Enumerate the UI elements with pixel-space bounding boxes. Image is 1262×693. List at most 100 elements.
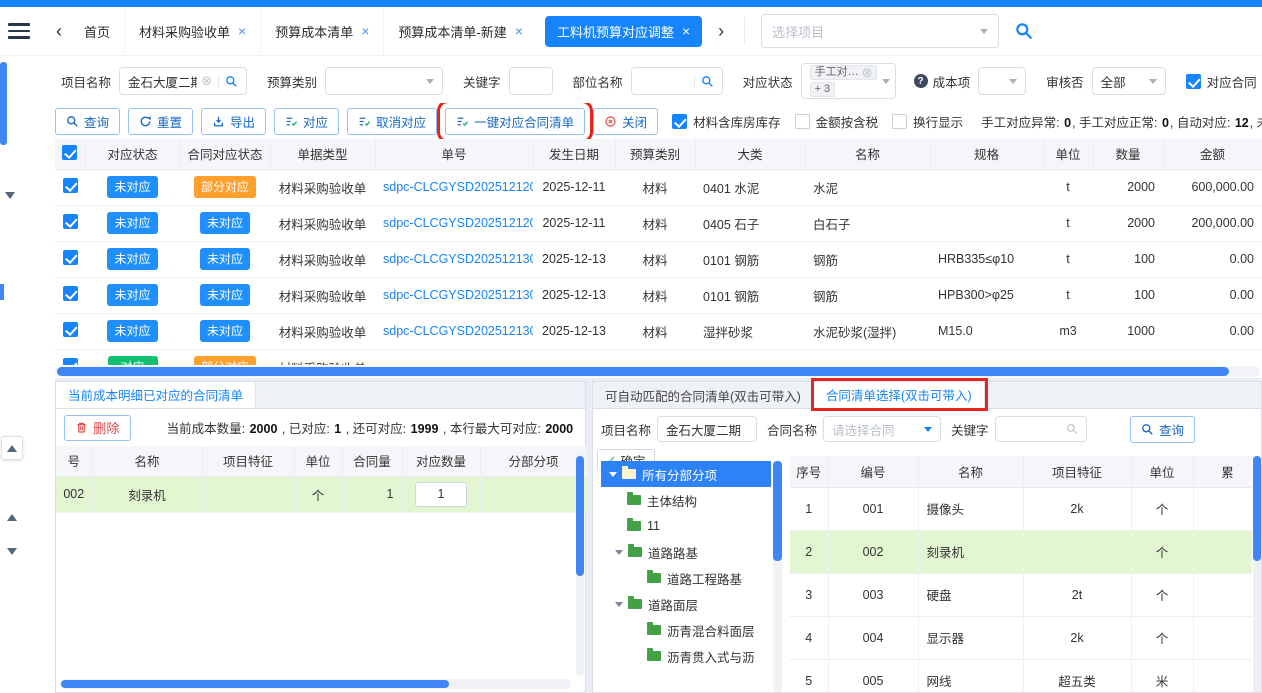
tax-checkbox[interactable]: [795, 114, 810, 129]
part-name-input[interactable]: [631, 67, 723, 95]
keyword-input[interactable]: [509, 67, 553, 95]
table-row[interactable]: 未对应未对应材料采购验收单sdpc-CLCGYSD20251213002025-…: [55, 241, 1262, 277]
nav-tab[interactable]: 首页: [70, 7, 124, 55]
one-key-match-button[interactable]: 一键对应合同清单: [445, 108, 585, 135]
clear-icon[interactable]: ⊗: [201, 73, 212, 89]
nav-tab[interactable]: 预算成本清单-新建×: [383, 7, 537, 55]
contract-row[interactable]: 3003硬盘2t个: [790, 573, 1252, 616]
audit-select[interactable]: 全部: [1092, 67, 1166, 95]
project-name-input[interactable]: 金石大厦二期 ⊗: [119, 67, 247, 95]
query-button[interactable]: 查询: [55, 108, 120, 135]
help-icon[interactable]: ?: [914, 74, 928, 88]
nav-tab[interactable]: 工料机预算对应调整×: [545, 16, 702, 47]
scroll-up-button[interactable]: [1, 436, 23, 460]
row-checkbox[interactable]: [63, 178, 78, 193]
tree-node[interactable]: 沥青混合料面层: [601, 617, 771, 643]
tree-vertical-scrollbar[interactable]: [773, 461, 782, 692]
export-button[interactable]: 导出: [201, 108, 266, 135]
arrow-up-icon[interactable]: [7, 514, 17, 521]
contract-row[interactable]: 4004显示器2k个: [790, 616, 1252, 659]
budget-type-select[interactable]: [325, 67, 443, 95]
wrap-checkbox[interactable]: [892, 114, 907, 129]
scrollbar-thumb[interactable]: [576, 456, 584, 576]
tree-node-label: 11: [647, 519, 660, 533]
matched-horizontal-scrollbar[interactable]: [60, 679, 571, 689]
arrow-down-icon[interactable]: [7, 548, 17, 555]
tree-node[interactable]: 道路路基: [601, 539, 771, 565]
tree-node[interactable]: 沥青贯入式与沥: [601, 643, 771, 669]
row-checkbox[interactable]: [63, 358, 78, 365]
cost-item-select[interactable]: [978, 67, 1026, 95]
tabs-scroll-left-icon[interactable]: ‹: [48, 21, 70, 42]
tree-node[interactable]: 道路工程路基: [601, 565, 771, 591]
table-row[interactable]: 未对应未对应材料采购验收单sdpc-CLCGYSD20251213002025-…: [55, 277, 1262, 313]
scrollbar-thumb[interactable]: [773, 461, 782, 561]
contract-row[interactable]: 1001摄像头2k个: [790, 487, 1252, 530]
tabs-scroll-right-icon[interactable]: ›: [710, 21, 732, 42]
cell-amount: 0.00: [1163, 313, 1262, 349]
tree-node[interactable]: 道路面层: [601, 591, 771, 617]
collapse-down-icon[interactable]: [5, 192, 15, 199]
match-button[interactable]: 对应: [274, 108, 339, 135]
scrollbar-thumb[interactable]: [1253, 456, 1261, 561]
contract-vertical-scrollbar[interactable]: [1253, 456, 1261, 692]
close-button[interactable]: 关闭: [593, 108, 658, 135]
tab-contract-list-select[interactable]: 合同清单选择(双击可带入): [814, 381, 985, 408]
cell-doc-type: 材料采购验收单: [270, 205, 375, 241]
doc-no-link[interactable]: sdpc-CLCGYSD2025121300: [383, 252, 533, 266]
select-all-checkbox[interactable]: [62, 145, 77, 160]
doc-no-link[interactable]: sdpc-CLCGYSD2025121200: [383, 216, 533, 230]
project-select[interactable]: 选择项目: [761, 14, 999, 48]
row-checkbox[interactable]: [63, 214, 78, 229]
main-horizontal-scrollbar[interactable]: [55, 366, 1260, 377]
search-icon[interactable]: [1015, 22, 1033, 40]
scrollbar-thumb[interactable]: [57, 367, 1229, 376]
search-icon[interactable]: [218, 75, 238, 88]
cell-spec: [930, 169, 1043, 205]
nav-tab[interactable]: 预算成本清单×: [260, 7, 383, 55]
tab-close-icon[interactable]: ×: [361, 24, 369, 38]
project-name-input[interactable]: 金石大厦二期: [657, 416, 757, 442]
table-row[interactable]: 对应部分对应材料采购验收单: [55, 349, 1262, 365]
delete-button[interactable]: 删除: [64, 415, 131, 441]
row-checkbox[interactable]: [63, 322, 78, 337]
tree-node[interactable]: 主体结构: [601, 487, 771, 513]
tree-node[interactable]: 11: [601, 513, 771, 539]
table-row[interactable]: 未对应部分对应材料采购验收单sdpc-CLCGYSD20251212002025…: [55, 169, 1262, 205]
tab-close-icon[interactable]: ×: [682, 24, 690, 38]
cell-unit: 个: [1131, 530, 1193, 573]
menu-icon[interactable]: [8, 23, 30, 39]
doc-no-link[interactable]: sdpc-CLCGYSD2025121300: [383, 288, 533, 302]
contract-row[interactable]: 5005网线超五类米: [790, 659, 1252, 692]
contract-panel-content: ✓ 确定 所有分部分项主体结构11道路路基道路工程路基道路面层沥青混合料面层沥青…: [593, 449, 1261, 692]
doc-no-link[interactable]: sdpc-CLCGYSD2025121300: [383, 324, 533, 338]
nav-tab[interactable]: 材料采购验收单×: [124, 7, 260, 55]
match-contract-checkbox[interactable]: [1186, 74, 1201, 89]
reset-button[interactable]: 重置: [128, 108, 193, 135]
match-status-multiselect[interactable]: 手工对…⊗ + 3: [801, 63, 896, 99]
doc-no-link[interactable]: sdpc-CLCGYSD2025121200: [383, 180, 533, 194]
search-icon[interactable]: [694, 75, 714, 88]
contract-select[interactable]: 请选择合同: [823, 416, 941, 442]
contract-query-button[interactable]: 查询: [1130, 416, 1195, 443]
contract-status-badge: 未对应: [200, 212, 250, 234]
matched-vertical-scrollbar[interactable]: [576, 452, 584, 676]
tab-close-icon[interactable]: ×: [238, 24, 246, 38]
contract-row[interactable]: 2002刻录机个: [790, 530, 1252, 573]
scrollbar-thumb[interactable]: [61, 680, 449, 688]
row-checkbox[interactable]: [63, 286, 78, 301]
table-row[interactable]: 未对应未对应材料采购验收单sdpc-CLCGYSD20251212002025-…: [55, 205, 1262, 241]
tree-node[interactable]: 所有分部分项: [601, 461, 771, 487]
table-row[interactable]: 未对应未对应材料采购验收单sdpc-CLCGYSD20251213002025-…: [55, 313, 1262, 349]
tab-matched-contract-list[interactable]: 当前成本明细已对应的合同清单: [56, 381, 256, 408]
matched-row[interactable]: 002刻录机个11: [56, 476, 587, 512]
clear-icon[interactable]: ⊗: [862, 66, 873, 79]
tab-close-icon[interactable]: ×: [515, 24, 523, 38]
match-qty-input[interactable]: 1: [415, 482, 467, 507]
row-checkbox[interactable]: [63, 250, 78, 265]
keyword-input[interactable]: [995, 416, 1087, 442]
rail-scrollbar-thumb[interactable]: [0, 62, 7, 145]
tab-auto-match-list[interactable]: 可自动匹配的合同清单(双击可带入): [593, 382, 814, 408]
stock-checkbox[interactable]: [672, 114, 687, 129]
cancel-match-button[interactable]: 取消对应: [347, 108, 437, 135]
